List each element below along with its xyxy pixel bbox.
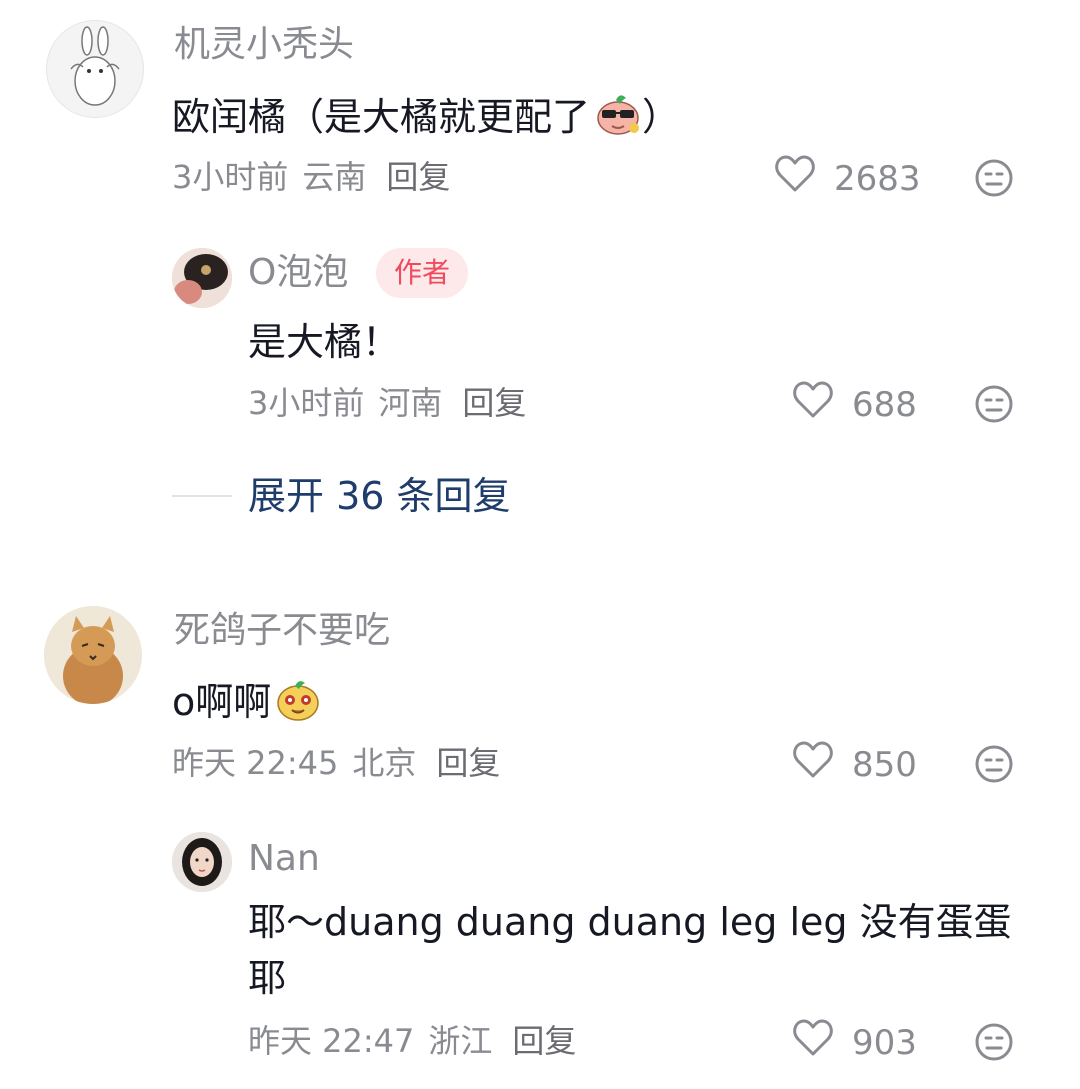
comment-text-content: o啊啊 — [172, 680, 272, 724]
comment-text: 欧闰橘（是大橘就更配了 ） — [172, 92, 680, 147]
reply-username[interactable]: O泡泡 — [248, 250, 348, 296]
pink-cool-sunglasses-emoji-icon — [594, 92, 642, 147]
comment-username[interactable]: 死鸽子不要吃 — [174, 608, 390, 654]
comment-location: 云南 — [302, 158, 367, 196]
comment-text: o啊啊 — [172, 676, 321, 733]
reply-time: 昨天 22:47 — [248, 1022, 415, 1060]
comment-username[interactable]: 机灵小秃头 — [174, 22, 354, 68]
expand-replies-label[interactable]: 展开 36 条回复 — [248, 472, 511, 520]
reply-location: 浙江 — [428, 1022, 493, 1060]
heart-icon[interactable] — [792, 740, 834, 789]
like-button[interactable]: 850 — [792, 740, 917, 789]
dislike-face-icon[interactable] — [974, 1022, 1014, 1062]
comment-text-content: 欧闰橘（是大橘就更配了 — [172, 95, 591, 139]
reply-text-line1: 耶～duang duang duang leg leg 没有蛋蛋 — [248, 900, 1012, 944]
reply-time: 3小时前 — [248, 384, 365, 422]
reply-text: 是大橘！ — [248, 320, 401, 364]
reply-button[interactable]: 回复 — [436, 742, 500, 784]
comment-text-tail: ） — [642, 95, 681, 139]
dislike-face-icon[interactable] — [974, 158, 1014, 198]
like-button[interactable]: 2683 — [774, 154, 921, 203]
like-button[interactable]: 688 — [792, 380, 917, 429]
like-count: 2683 — [834, 158, 921, 199]
reply-meta: 昨天 22:47 浙江 回复 — [248, 1020, 576, 1062]
heart-icon[interactable] — [774, 154, 816, 203]
avatar-orange-cat[interactable] — [44, 606, 142, 704]
reply-button[interactable]: 回复 — [512, 1020, 576, 1062]
comment-time: 昨天 22:45 — [172, 744, 339, 782]
comment-time: 3小时前 — [172, 158, 289, 196]
reply-location: 河南 — [378, 384, 443, 422]
avatar-girl[interactable] — [172, 832, 232, 892]
dislike-face-icon[interactable] — [974, 384, 1014, 424]
heart-icon[interactable] — [792, 380, 834, 429]
expand-divider — [172, 495, 232, 497]
reply-text-line2: 耶 — [248, 956, 287, 1000]
author-badge: 作者 — [376, 248, 469, 298]
reply-button[interactable]: 回复 — [462, 382, 526, 424]
reply-username[interactable]: Nan — [248, 836, 320, 882]
like-button[interactable]: 903 — [792, 1018, 917, 1067]
dislike-face-icon[interactable] — [974, 744, 1014, 784]
comment-meta: 昨天 22:45 北京 回复 — [172, 742, 500, 784]
comment-meta: 3小时前 云南 回复 — [172, 156, 450, 198]
avatar-rabbit[interactable] — [46, 20, 144, 118]
yellow-smile-emoji-icon — [275, 676, 321, 733]
expand-replies[interactable]: 展开 36 条回复 — [172, 472, 511, 520]
comment-location: 北京 — [352, 744, 417, 782]
like-count: 850 — [852, 744, 917, 785]
reply-button[interactable]: 回复 — [386, 156, 450, 198]
heart-icon[interactable] — [792, 1018, 834, 1067]
like-count: 688 — [852, 384, 917, 425]
avatar-reply-author[interactable] — [172, 248, 232, 308]
like-count: 903 — [852, 1022, 917, 1063]
reply-meta: 3小时前 河南 回复 — [248, 382, 526, 424]
